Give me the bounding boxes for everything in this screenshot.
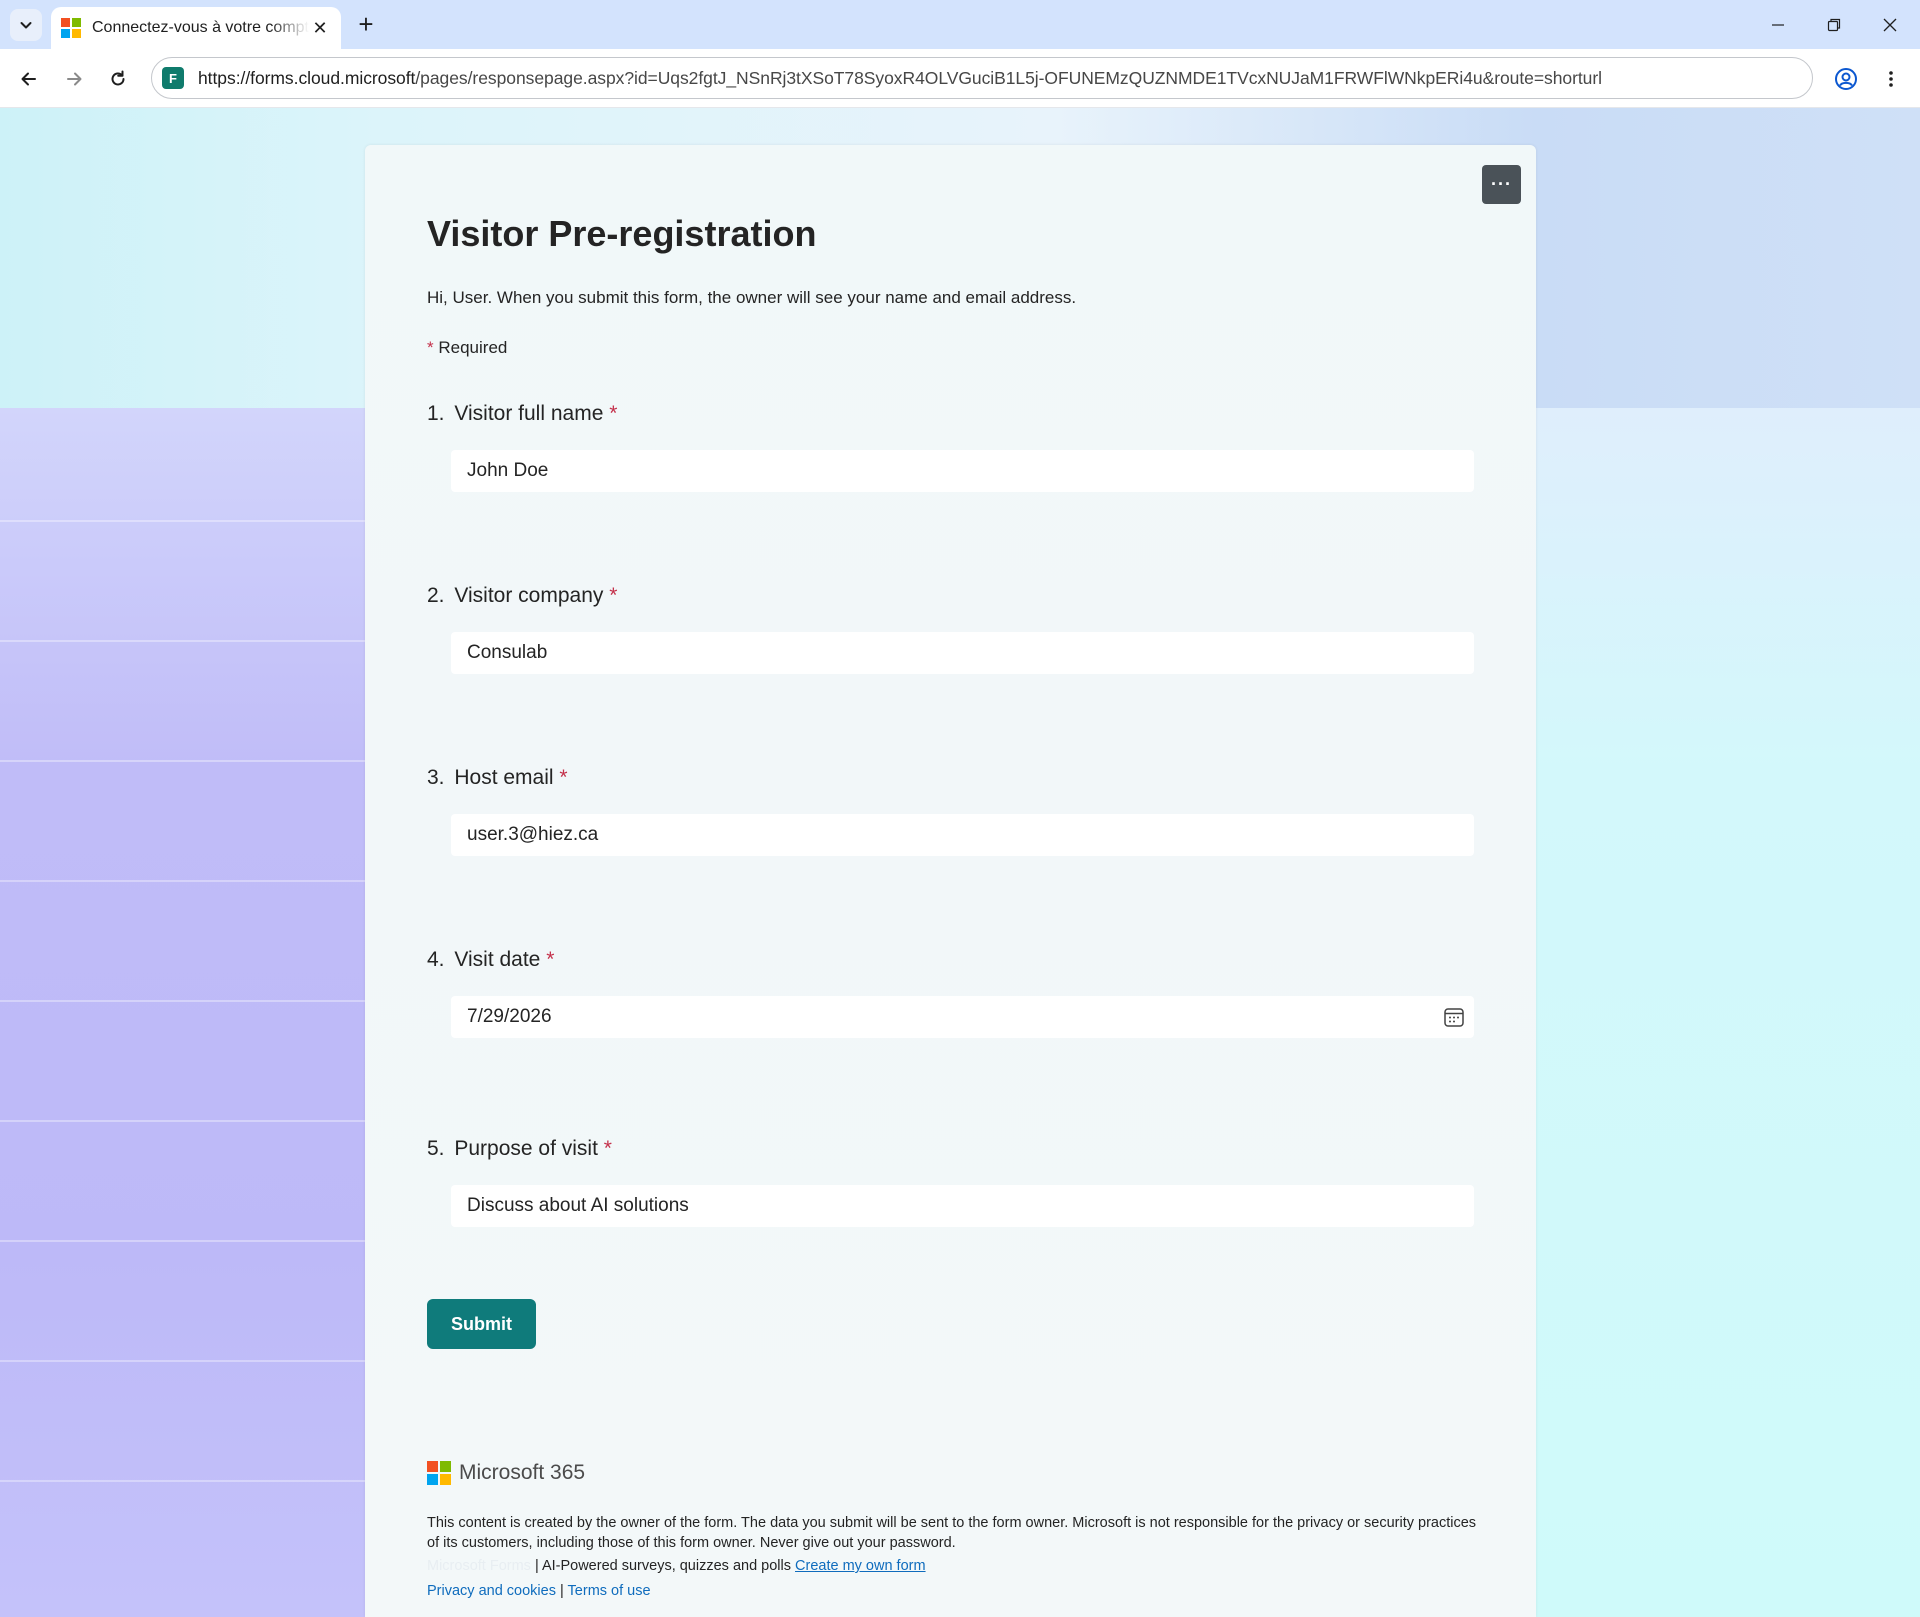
- restore-button[interactable]: [1806, 0, 1862, 49]
- disclaimer-text: This content is created by the owner of …: [427, 1515, 1477, 1551]
- tab-search-button[interactable]: [10, 9, 42, 41]
- visitor-company-input[interactable]: Consulab: [451, 632, 1474, 674]
- reload-button[interactable]: [101, 62, 135, 96]
- forms-site-icon: F: [162, 67, 184, 89]
- required-label: Required: [438, 338, 508, 357]
- back-button[interactable]: [12, 62, 46, 96]
- tab-close-icon[interactable]: ✕: [309, 17, 331, 39]
- required-star: *: [546, 948, 555, 971]
- question-number: 2.: [427, 584, 445, 607]
- required-star: *: [609, 402, 618, 425]
- footer-tagline-line: Microsoft Forms | AI-Powered surveys, qu…: [427, 1554, 1507, 1578]
- restore-icon: [1827, 18, 1841, 31]
- tab-title: Connectez-vous à votre compte: [92, 19, 309, 36]
- minimize-icon: [1772, 23, 1784, 26]
- question-label: Visitor company: [454, 584, 604, 607]
- question-number: 3.: [427, 766, 445, 789]
- url-path: /pages/responsepage.aspx?id=Uqs2fgtJ_NSn…: [415, 67, 1602, 88]
- required-star: *: [603, 1137, 612, 1160]
- form-footer: Microsoft 365 This content is created by…: [427, 1459, 1507, 1603]
- question-visitor-company: 2. Visitor company * Consulab: [427, 584, 1487, 674]
- question-label: Visitor full name: [454, 402, 604, 425]
- brand-name: Microsoft 365: [459, 1461, 586, 1484]
- question-label: Host email: [454, 766, 554, 789]
- microsoft-favicon-icon: [61, 18, 81, 38]
- submit-button[interactable]: Submit: [427, 1299, 536, 1349]
- chevron-down-icon: [20, 22, 32, 29]
- more-vertical-icon: [1889, 71, 1893, 87]
- required-note: * Required: [427, 338, 507, 358]
- profile-button[interactable]: [1829, 62, 1863, 96]
- question-purpose-of-visit: 5. Purpose of visit * Discuss about AI s…: [427, 1137, 1487, 1227]
- visit-date-input[interactable]: 7/29/2026: [451, 996, 1474, 1038]
- create-own-form-link[interactable]: Create my own form: [795, 1558, 926, 1574]
- minimize-button[interactable]: [1750, 0, 1806, 49]
- microsoft-logo-icon: [427, 1461, 451, 1485]
- reload-icon: [111, 70, 125, 86]
- question-label: Visit date: [454, 948, 541, 971]
- microsoft-365-brand: Microsoft 365: [427, 1459, 1507, 1487]
- footer-links-line: Privacy and cookies | Terms of use: [427, 1579, 1507, 1603]
- form-card: ··· Visitor Pre-registration Hi, User. W…: [365, 145, 1536, 1617]
- new-tab-button[interactable]: +: [352, 9, 380, 39]
- forms-brand-text: Microsoft Forms: [427, 1558, 531, 1574]
- url-text: https://forms.cloud.microsoft/pages/resp…: [198, 68, 1602, 89]
- question-label: Purpose of visit: [454, 1137, 598, 1160]
- visitor-full-name-input[interactable]: John Doe: [451, 450, 1474, 492]
- url-host: https://forms.cloud.microsoft: [198, 67, 416, 88]
- address-bar[interactable]: F https://forms.cloud.microsoft/pages/re…: [151, 57, 1813, 99]
- footer-separator: |: [559, 1583, 564, 1599]
- browser-menu-button[interactable]: [1874, 62, 1908, 96]
- question-host-email: 3. Host email * user.3@hiez.ca: [427, 766, 1487, 856]
- browser-toolbar: F https://forms.cloud.microsoft/pages/re…: [0, 49, 1920, 108]
- browser-tab-active[interactable]: Connectez-vous à votre compte ✕: [51, 7, 341, 49]
- required-star: *: [609, 584, 618, 607]
- question-number: 5.: [427, 1137, 445, 1160]
- visit-date-value: 7/29/2026: [467, 1006, 552, 1027]
- more-options-button[interactable]: ···: [1482, 165, 1521, 204]
- browser-tab-bar: Connectez-vous à votre compte ✕ +: [0, 0, 1920, 49]
- question-visitor-full-name: 1. Visitor full name * John Doe: [427, 402, 1487, 492]
- host-email-input[interactable]: user.3@hiez.ca: [451, 814, 1474, 856]
- required-star: *: [427, 338, 434, 357]
- privacy-cookies-link[interactable]: Privacy and cookies: [427, 1583, 556, 1599]
- required-star: *: [559, 766, 568, 789]
- question-number: 1.: [427, 402, 445, 425]
- arrow-left-icon: [21, 72, 36, 86]
- close-icon: [1883, 18, 1897, 31]
- close-window-button[interactable]: [1862, 0, 1918, 49]
- arrow-right-icon: [67, 72, 82, 86]
- terms-of-use-link[interactable]: Terms of use: [568, 1583, 651, 1599]
- profile-icon: [1835, 68, 1857, 90]
- forward-button[interactable]: [57, 62, 91, 96]
- calendar-icon[interactable]: [1442, 1005, 1466, 1029]
- tagline-text: | AI-Powered surveys, quizzes and polls: [534, 1558, 791, 1574]
- question-visit-date: 4. Visit date * 7/29/2026: [427, 948, 1487, 1038]
- form-title: Visitor Pre-registration: [427, 213, 817, 254]
- question-number: 4.: [427, 948, 445, 971]
- purpose-of-visit-input[interactable]: Discuss about AI solutions: [451, 1185, 1474, 1227]
- form-intro-text: Hi, User. When you submit this form, the…: [427, 288, 1077, 307]
